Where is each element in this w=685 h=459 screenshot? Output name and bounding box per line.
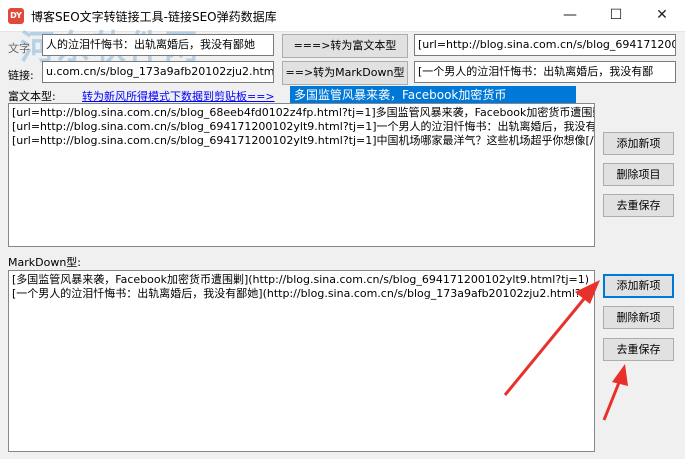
markdown-label: MarkDown型: xyxy=(8,256,81,269)
markdown-line: [多国监管风暴来袭，Facebook加密货币遭围剿](http://blog.s… xyxy=(12,273,590,286)
to-rich-text-button[interactable]: ===>转为富文本型 xyxy=(282,34,408,58)
link-label: 链接: xyxy=(8,69,34,82)
markdown-text-area[interactable]: [多国监管风暴来袭，Facebook加密货币遭围剿](http://blog.s… xyxy=(8,270,595,452)
link-input[interactable]: u.com.cn/s/blog_173a9afb20102zju2.html?t… xyxy=(42,61,274,83)
rich-text-label: 富文本型: xyxy=(8,90,56,103)
arrow-line-lower xyxy=(602,379,622,421)
text-label: 文字 xyxy=(8,42,30,55)
to-markdown-button[interactable]: ==>转为MarkDown型 xyxy=(282,61,408,85)
text-input[interactable]: 人的泣泪忏悔书：出轨离婚后，我没有鄙她 xyxy=(42,34,274,56)
rich-output-field[interactable]: [url=http://blog.sina.com.cn/s/blog_6941… xyxy=(414,34,676,56)
app-icon: DY xyxy=(8,8,24,24)
rich-line: [url=http://blog.sina.com.cn/s/blog_68ee… xyxy=(12,106,595,119)
selected-title-field[interactable]: 多国监管风暴来袭，Facebook加密货币 xyxy=(290,86,576,104)
markdown-add-item-button[interactable]: 添加新项 xyxy=(603,274,674,298)
window-title: 博客SEO文字转链接工具-链接SEO弹药数据库 xyxy=(31,10,277,24)
rich-text-area[interactable]: [url=http://blog.sina.com.cn/s/blog_68ee… xyxy=(8,103,595,247)
markdown-dedupe-save-button[interactable]: 去重保存 xyxy=(603,338,674,361)
maximize-button[interactable]: ☐ xyxy=(593,0,639,31)
close-button[interactable]: ✕ xyxy=(639,0,685,31)
rich-line: [url=http://blog.sina.com.cn/s/blog_6941… xyxy=(12,134,595,147)
markdown-delete-item-button[interactable]: 删除新项 xyxy=(603,306,674,329)
rich-delete-item-button[interactable]: 删除项目 xyxy=(603,163,674,186)
rich-dedupe-save-button[interactable]: 去重保存 xyxy=(603,194,674,217)
minimize-button[interactable]: — xyxy=(547,0,593,31)
copy-to-clipboard-link[interactable]: 转为新风所得模式下数据到剪贴板==> xyxy=(82,88,275,104)
rich-add-item-button[interactable]: 添加新项 xyxy=(603,132,674,155)
arrow-head-lower xyxy=(612,364,628,386)
markdown-output-field[interactable]: [一个男人的泣泪忏悔书：出轨离婚后，我没有鄙 xyxy=(414,61,676,83)
markdown-line: [一个男人的泣泪忏悔书：出轨离婚后，我没有鄙她](http://blog.sin… xyxy=(12,287,595,300)
rich-line: [url=http://blog.sina.com.cn/s/blog_6941… xyxy=(12,120,595,133)
